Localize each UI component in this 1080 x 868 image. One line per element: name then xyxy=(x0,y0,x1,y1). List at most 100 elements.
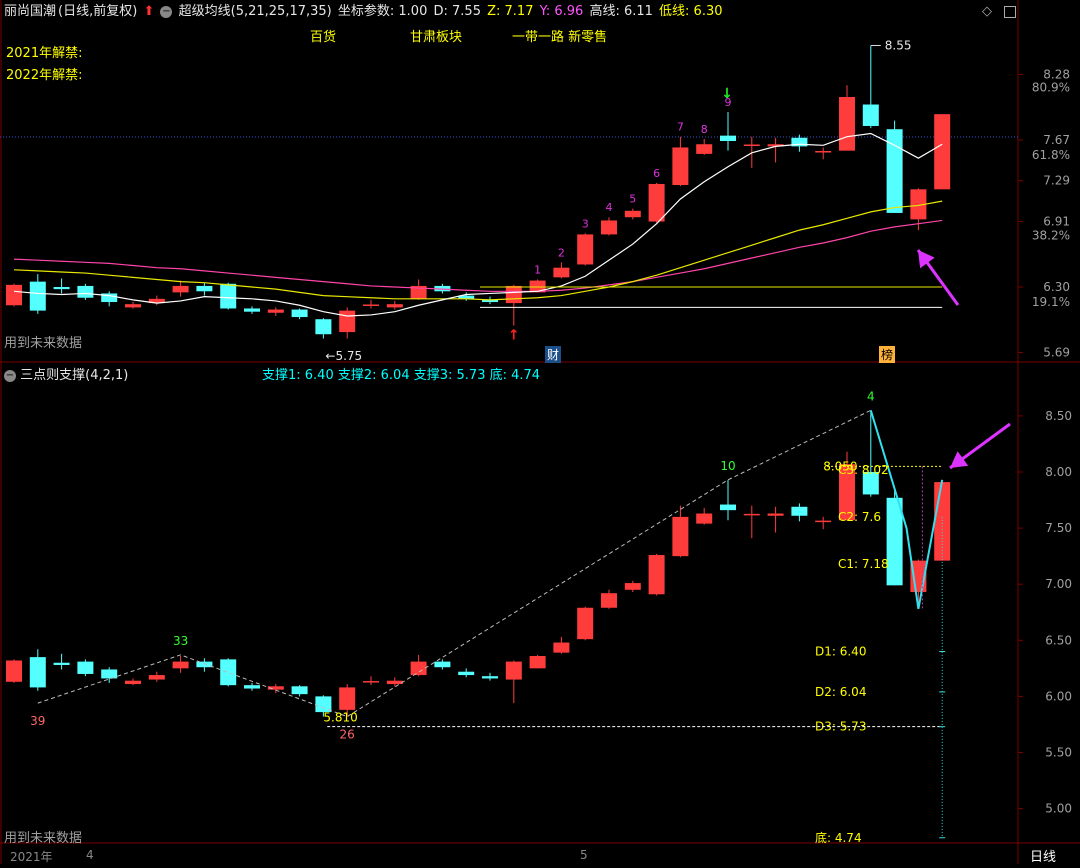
support-level-label: 底: 4.74 xyxy=(815,830,862,845)
upper-y-tick-label: 7.29 xyxy=(1043,174,1070,188)
low-line-value: 低线: 6.30 xyxy=(659,4,723,19)
support-2-value: 支撑2: 6.04 xyxy=(337,368,410,383)
lower-candle xyxy=(29,657,46,688)
count-label: 1 xyxy=(534,263,541,276)
lower-candle xyxy=(148,675,165,680)
red-up-arrow-icon: ↑ xyxy=(508,328,520,344)
lower-header: − 三点则支撑(4,2,1) xyxy=(4,364,128,383)
concept-tag-2[interactable]: 甘肃板块 xyxy=(410,26,462,45)
count-label: 3 xyxy=(582,217,589,230)
lower-candle xyxy=(886,497,903,586)
upper-candle xyxy=(505,285,522,304)
upper-candle xyxy=(220,283,237,309)
upper-candle xyxy=(244,308,260,312)
upper-candle xyxy=(291,309,308,318)
pivot-trend-line xyxy=(37,409,872,718)
extra-price-label: 5.810 xyxy=(323,711,357,725)
lower-candle xyxy=(648,555,665,595)
pivot-label: 10 xyxy=(720,459,735,473)
lower-y-tick-label: 6.00 xyxy=(1045,689,1072,703)
unlock-2022: 2022年解禁: xyxy=(6,68,83,83)
upper-pct-tick-label: 38.2% xyxy=(1032,228,1070,242)
upper-candle xyxy=(29,281,46,311)
lower-settings-icon[interactable]: − xyxy=(4,369,16,382)
upper-candle xyxy=(862,104,879,126)
period-label: (日线,前复权) xyxy=(58,4,138,19)
count-label: 8 xyxy=(701,123,708,136)
x-axis-month-4: 4 xyxy=(86,848,94,862)
annotation-arrow-lower-head xyxy=(950,451,969,468)
lower-candle xyxy=(767,513,784,516)
upper-candle xyxy=(696,144,713,154)
lower-candle xyxy=(624,583,641,590)
pivot-label: 26 xyxy=(340,728,355,742)
bottom-value: 底: 4.74 xyxy=(489,368,541,383)
upper-candle xyxy=(886,129,903,213)
upper-candle xyxy=(553,267,570,278)
upper-candle xyxy=(934,114,951,190)
upper-candle xyxy=(624,210,641,218)
upper-header: 丽尚国潮 (日线,前复权) ⬆ − 超级均线(5,21,25,17,35) 坐标参… xyxy=(0,0,1080,24)
indicator-name[interactable]: 超级均线(5,21,25,17,35) xyxy=(179,4,332,19)
count-label: 5 xyxy=(629,193,636,206)
lower-candle xyxy=(934,482,951,561)
lower-candle xyxy=(244,685,260,689)
count-label: 2 xyxy=(558,246,565,259)
settings-icon[interactable]: − xyxy=(160,5,173,18)
lower-indicator-name[interactable]: 三点则支撑(4,2,1) xyxy=(20,368,128,383)
lower-candle xyxy=(529,656,546,669)
coord-param: 坐标参数: 1.00 xyxy=(337,4,428,19)
upper-candle xyxy=(315,319,332,335)
extra-price-label: 8.050 xyxy=(823,459,857,473)
upper-candle xyxy=(172,285,189,293)
pivot-label: 33 xyxy=(173,634,188,648)
lower-candle xyxy=(720,504,736,511)
upper-candle xyxy=(839,96,855,151)
upper-pct-tick-label: 80.9% xyxy=(1032,80,1070,94)
upper-candle xyxy=(77,285,94,298)
y-value: Y: 6.96 xyxy=(539,4,584,19)
upper-candle xyxy=(720,135,736,142)
bang-badge[interactable]: 榜 xyxy=(879,346,896,363)
lower-y-tick-label: 8.00 xyxy=(1045,465,1072,479)
green-down-arrow-icon: ↓ xyxy=(721,86,733,102)
support-level-label: C1: 7.18 xyxy=(838,557,889,571)
x-axis-month-5: 5 xyxy=(580,848,588,862)
lower-y-tick-label: 5.00 xyxy=(1045,802,1072,816)
lower-y-tick-label: 7.00 xyxy=(1045,577,1072,591)
period-button[interactable]: 日线 xyxy=(1030,846,1056,865)
lower-y-tick-label: 5.50 xyxy=(1045,745,1072,759)
count-label: 6 xyxy=(653,167,660,180)
high-line-value: 高线: 6.11 xyxy=(589,4,653,19)
future-data-warning-top: 用到未来数据 xyxy=(4,336,83,351)
cai-badge[interactable]: 财 xyxy=(545,346,562,363)
x-axis-year: 2021年 xyxy=(10,850,53,864)
lower-candle xyxy=(577,607,594,640)
upper-pct-tick-label: 61.8% xyxy=(1032,148,1070,162)
stock-name[interactable]: 丽尚国潮 xyxy=(4,4,56,19)
lower-candle xyxy=(601,593,617,608)
expand-icon[interactable] xyxy=(1004,6,1016,18)
concept-tag-1[interactable]: 百货 xyxy=(310,26,336,45)
lower-candle xyxy=(77,661,94,674)
lower-candle xyxy=(696,513,713,524)
d-value: D: 7.55 xyxy=(433,4,481,19)
lower-candle xyxy=(791,506,808,516)
ma21-line xyxy=(13,200,943,301)
lower-candle xyxy=(196,661,213,668)
lower-candle xyxy=(672,516,689,557)
concept-tag-3[interactable]: 一带一路 新零售 xyxy=(512,26,607,45)
price-annotation: 8.55 xyxy=(885,38,912,52)
upper-candle xyxy=(672,147,689,186)
upper-candle xyxy=(267,309,284,313)
upper-y-tick-label: 7.67 xyxy=(1043,133,1070,147)
upper-candle xyxy=(6,284,22,306)
upper-candle xyxy=(339,310,356,333)
lower-candle xyxy=(410,661,427,676)
upper-candle xyxy=(196,285,213,292)
z-value: Z: 7.17 xyxy=(487,4,534,19)
lower-candle xyxy=(6,660,22,682)
diamond-icon[interactable]: ◇ xyxy=(982,4,992,19)
upper-pct-tick-label: 19.1% xyxy=(1032,295,1070,309)
support-3-value: 支撑3: 5.73 xyxy=(413,368,486,383)
